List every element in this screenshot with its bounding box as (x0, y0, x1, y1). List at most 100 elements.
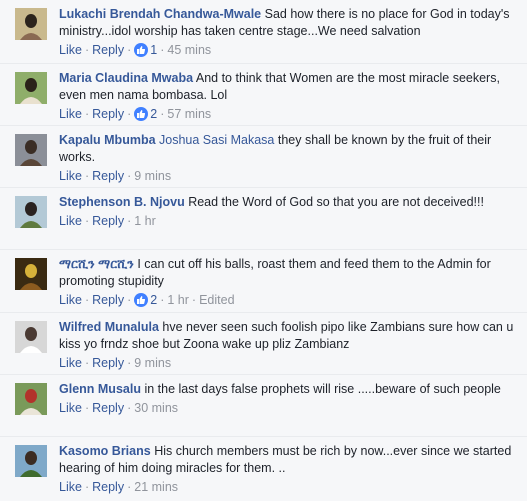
separator: · (127, 43, 132, 57)
comment-item: ማርሺን ማርሺን I can cut off his balls, roast… (0, 249, 527, 311)
separator: · (84, 43, 90, 57)
timestamp[interactable]: 9 mins (134, 169, 171, 183)
reply-link[interactable]: Reply (92, 293, 124, 307)
separator: · (84, 169, 90, 183)
comment-text: ማርሺን ማርሺን I can cut off his balls, roast… (59, 256, 519, 290)
separator: · (84, 107, 90, 121)
like-link[interactable]: Like (59, 43, 82, 57)
like-link[interactable]: Like (59, 169, 82, 183)
separator: · (191, 293, 197, 307)
comment-author-link[interactable]: Wilfred Munalula (59, 320, 159, 334)
timestamp[interactable]: 1 hr (134, 214, 156, 228)
comment-actions: Like · Reply · 9 mins (59, 355, 519, 372)
reaction-count[interactable]: 1 (134, 43, 157, 57)
comment-item: Glenn Musalu in the last days false prop… (0, 374, 527, 436)
comment-item: Kapalu Mbumba Joshua Sasi Makasa they sh… (0, 125, 527, 187)
timestamp[interactable]: 57 mins (167, 107, 211, 121)
avatar-image (15, 196, 47, 228)
comment-actions: Like · Reply · 1 · 45 mins (59, 42, 519, 59)
comment-thread: Lukachi Brendah Chandwa-Mwale Sad how th… (0, 0, 527, 501)
comment-item: Kasomo Brians His church members must be… (0, 436, 527, 498)
reply-link[interactable]: Reply (92, 107, 124, 121)
comment-text: Lukachi Brendah Chandwa-Mwale Sad how th… (59, 6, 519, 40)
comment-item: Lukachi Brendah Chandwa-Mwale Sad how th… (0, 0, 527, 62)
reply-link[interactable]: Reply (92, 169, 124, 183)
reply-link[interactable]: Reply (92, 480, 124, 494)
avatar-image (15, 321, 47, 353)
separator: · (84, 356, 90, 370)
separator: · (84, 480, 90, 494)
like-link[interactable]: Like (59, 214, 82, 228)
comment-body: Lukachi Brendah Chandwa-Mwale Sad how th… (59, 6, 519, 59)
avatar-image (15, 258, 47, 290)
comment-author-link[interactable]: Stephenson B. Njovu (59, 195, 185, 209)
comment-item: Stephenson B. Njovu Read the Word of God… (0, 187, 527, 249)
comment-message: Read the Word of God so that you are not… (188, 195, 484, 209)
comment-author-link[interactable]: Lukachi Brendah Chandwa-Mwale (59, 7, 261, 21)
like-link[interactable]: Like (59, 401, 82, 415)
timestamp[interactable]: 30 mins (134, 401, 178, 415)
comment-actions: Like · Reply · 1 hr (59, 213, 519, 230)
comment-body: Glenn Musalu in the last days false prop… (59, 381, 519, 417)
comment-text: Maria Claudina Mwaba And to think that W… (59, 70, 519, 104)
comment-author-link[interactable]: Maria Claudina Mwaba (59, 71, 193, 85)
comment-author-link[interactable]: ማርሺን ማርሺን (59, 257, 134, 271)
avatar[interactable] (15, 383, 47, 415)
separator: · (127, 401, 132, 415)
avatar[interactable] (15, 196, 47, 228)
mentioned-user-link[interactable]: Joshua Sasi Makasa (159, 133, 274, 147)
like-link[interactable]: Like (59, 356, 82, 370)
avatar[interactable] (15, 258, 47, 290)
avatar[interactable] (15, 8, 47, 40)
comment-text: Kapalu Mbumba Joshua Sasi Makasa they sh… (59, 132, 519, 166)
separator: · (84, 401, 90, 415)
like-link[interactable]: Like (59, 293, 82, 307)
comment-actions: Like · Reply · 30 mins (59, 400, 519, 417)
reaction-count[interactable]: 2 (134, 293, 157, 307)
avatar-image (15, 383, 47, 415)
avatar-image (15, 8, 47, 40)
like-link[interactable]: Like (59, 480, 82, 494)
separator: · (127, 293, 132, 307)
thumbs-up-icon (134, 107, 149, 121)
comment-item: Wilfred Munalula hve never seen such foo… (0, 312, 527, 374)
comment-actions: Like · Reply · 2 · 57 mins (59, 106, 519, 123)
separator: · (160, 43, 165, 57)
comment-body: ማርሺን ማርሺን I can cut off his balls, roast… (59, 256, 519, 309)
comment-body: Wilfred Munalula hve never seen such foo… (59, 319, 519, 372)
comment-body: Kapalu Mbumba Joshua Sasi Makasa they sh… (59, 132, 519, 185)
reply-link[interactable]: Reply (92, 401, 124, 415)
separator: · (127, 169, 132, 183)
comment-text: Wilfred Munalula hve never seen such foo… (59, 319, 519, 353)
timestamp[interactable]: 1 hr (167, 293, 189, 307)
timestamp[interactable]: 45 mins (167, 43, 211, 57)
avatar[interactable] (15, 72, 47, 104)
separator: · (160, 107, 165, 121)
comment-actions: Like · Reply · 21 mins (59, 479, 519, 496)
timestamp[interactable]: 9 mins (134, 356, 171, 370)
reply-link[interactable]: Reply (92, 214, 124, 228)
edited-label[interactable]: Edited (199, 293, 234, 307)
separator: · (127, 214, 132, 228)
comment-author-link[interactable]: Glenn Musalu (59, 382, 141, 396)
avatar[interactable] (15, 321, 47, 353)
reply-link[interactable]: Reply (92, 356, 124, 370)
avatar-image (15, 445, 47, 477)
avatar-image (15, 134, 47, 166)
like-link[interactable]: Like (59, 107, 82, 121)
comment-item: Maria Claudina Mwaba And to think that W… (0, 63, 527, 125)
avatar[interactable] (15, 445, 47, 477)
comment-author-link[interactable]: Kapalu Mbumba (59, 133, 156, 147)
separator: · (127, 356, 132, 370)
comment-body: Stephenson B. Njovu Read the Word of God… (59, 194, 519, 230)
timestamp[interactable]: 21 mins (134, 480, 178, 494)
separator: · (84, 214, 90, 228)
avatar-image (15, 72, 47, 104)
reaction-count[interactable]: 2 (134, 107, 157, 121)
reply-link[interactable]: Reply (92, 43, 124, 57)
avatar[interactable] (15, 134, 47, 166)
comment-body: Kasomo Brians His church members must be… (59, 443, 519, 496)
thumbs-up-icon (134, 293, 149, 307)
comment-author-link[interactable]: Kasomo Brians (59, 444, 151, 458)
comment-text: Kasomo Brians His church members must be… (59, 443, 519, 477)
